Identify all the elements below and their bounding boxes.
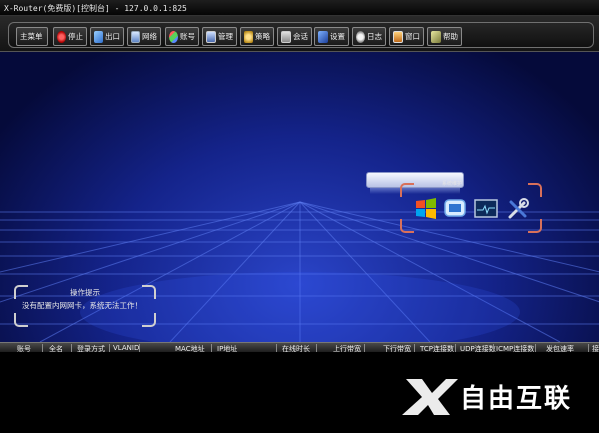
window-button[interactable]: 窗口 <box>389 27 424 46</box>
column-separator[interactable] <box>211 344 212 352</box>
policy-icon <box>244 30 253 43</box>
watermark-logo-icon <box>402 379 458 415</box>
column-separator[interactable] <box>109 344 110 352</box>
log-button[interactable]: 日志 <box>352 27 386 46</box>
stop-icon <box>57 30 66 43</box>
column-separator[interactable] <box>535 344 536 352</box>
account-icon <box>169 30 178 43</box>
panel-corner <box>528 219 542 233</box>
watermark-text: 自由互联 <box>460 384 573 414</box>
exit-button[interactable]: 出口 <box>90 27 124 46</box>
network-label: 网络 <box>142 32 157 41</box>
hint-corner <box>14 313 28 327</box>
windows-icon[interactable] <box>414 197 438 221</box>
column-separator[interactable] <box>588 344 589 352</box>
main-menu-label: 主菜单 <box>20 32 43 41</box>
monitor-icon[interactable] <box>443 197 467 221</box>
main-menu-button[interactable]: 主菜单 <box>16 27 48 46</box>
network-button[interactable]: 网络 <box>127 27 161 46</box>
session-label: 会话 <box>293 32 308 41</box>
watermark: 自由互联 <box>402 375 592 415</box>
panel-corner <box>400 183 414 197</box>
policy-button[interactable]: 策略 <box>240 27 274 46</box>
help-label: 帮助 <box>443 32 458 41</box>
exit-icon <box>94 30 103 43</box>
log-icon <box>356 30 365 43</box>
hint-corner <box>142 313 156 327</box>
column-separator[interactable] <box>414 344 415 352</box>
account-label: 账号 <box>180 32 195 41</box>
tools-icon[interactable] <box>506 197 530 221</box>
management-panel: 系统维护 <box>400 181 542 233</box>
session-button[interactable]: 会话 <box>277 27 312 46</box>
window-title: X-Router(免费版)[控制台] - 127.0.0.1:825 <box>4 4 187 13</box>
account-button[interactable]: 账号 <box>165 27 199 46</box>
column-separator[interactable] <box>493 344 494 352</box>
title-bar: X-Router(免费版)[控制台] - 127.0.0.1:825 <box>0 0 599 16</box>
settings-button[interactable]: 设置 <box>314 27 349 46</box>
column-separator[interactable] <box>42 344 43 352</box>
manage-icon <box>206 30 216 43</box>
column-separator[interactable] <box>71 344 72 352</box>
window-icon <box>393 30 403 43</box>
hint-panel: 操作提示 没有配置内网网卡，系统无法工作！ <box>14 285 156 327</box>
hint-message: 没有配置内网网卡，系统无法工作！ <box>22 301 142 310</box>
column-separator[interactable] <box>139 344 140 352</box>
column-separator[interactable] <box>364 344 365 352</box>
manage-button[interactable]: 管理 <box>202 27 237 46</box>
settings-label: 设置 <box>330 32 345 41</box>
policy-label: 策略 <box>255 32 270 41</box>
column-separator[interactable] <box>276 344 277 352</box>
main-canvas: 系统维护 操作提示 没有配置内网网卡，系统无法工作！ <box>0 52 599 342</box>
console-icon[interactable] <box>474 197 498 221</box>
manage-label: 管理 <box>218 32 233 41</box>
help-button[interactable]: 帮助 <box>427 27 462 46</box>
settings-icon <box>318 30 328 43</box>
column-header-vlanid[interactable]: VLANID <box>113 344 139 352</box>
help-icon <box>431 30 441 43</box>
stop-button[interactable]: 停止 <box>53 27 87 46</box>
network-icon <box>131 30 140 43</box>
window-label: 窗口 <box>405 32 420 41</box>
hint-title: 操作提示 <box>70 288 100 297</box>
panel-corner <box>400 219 414 233</box>
log-label: 日志 <box>367 32 382 41</box>
stop-label: 停止 <box>68 32 83 41</box>
column-separator[interactable] <box>455 344 456 352</box>
toolbar: 主菜单 停止 出口 网络 账号 管理 策略 会话 设置 日志 窗口 帮助 <box>0 16 599 52</box>
session-table-header: 账号 全名 登录方式 VLANID MAC地址 IP地址 在线时长 上行带宽 下… <box>0 342 599 353</box>
management-caption: 系统维护 <box>442 181 463 187</box>
exit-label: 出口 <box>105 32 120 41</box>
column-separator[interactable] <box>316 344 317 352</box>
panel-corner <box>528 183 542 197</box>
session-icon <box>281 30 291 43</box>
